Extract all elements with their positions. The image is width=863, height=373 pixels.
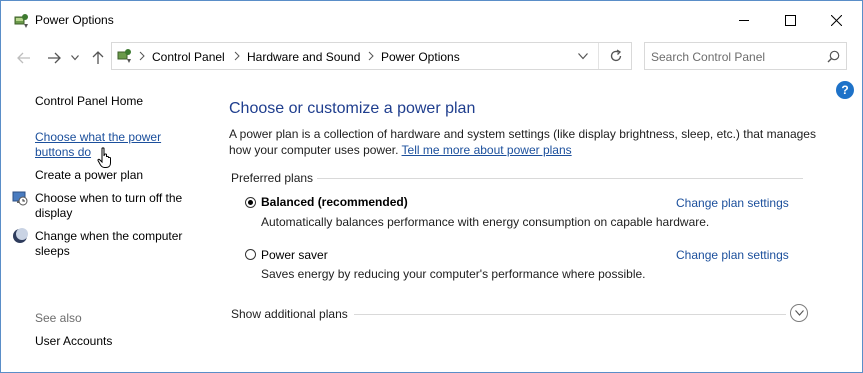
address-bar[interactable]: Control Panel Hardware and Sound Power O… (111, 42, 632, 70)
back-arrow-icon (17, 52, 30, 64)
left-navigation-pane: Control Panel Home Choose what the power… (1, 77, 206, 372)
address-divider (598, 43, 599, 69)
preferred-plans-heading: Preferred plans (231, 171, 314, 185)
forward-button[interactable] (44, 48, 64, 68)
group-divider (354, 314, 786, 315)
breadcrumb-hardware-and-sound[interactable]: Hardware and Sound (247, 50, 360, 64)
window-title: Power Options (35, 13, 114, 27)
control-panel-home-link[interactable]: Control Panel Home (35, 94, 143, 109)
power-options-window: Power Options Control Panel Hardware and… (0, 0, 863, 373)
sidebar-item-label[interactable]: sleeps (35, 244, 70, 259)
change-plan-settings-link[interactable]: Change plan settings (676, 248, 789, 262)
user-accounts-link[interactable]: User Accounts (35, 334, 112, 349)
minimize-button[interactable] (721, 1, 767, 39)
group-divider (317, 178, 803, 179)
back-button[interactable] (14, 48, 34, 68)
breadcrumb-control-panel[interactable]: Control Panel (152, 50, 225, 64)
change-plan-settings-link[interactable]: Change plan settings (676, 196, 789, 210)
search-input[interactable] (651, 49, 821, 65)
sidebar-item-create-power-plan[interactable]: Create a power plan (35, 168, 143, 183)
power-options-icon (14, 14, 28, 28)
maximize-icon (784, 14, 796, 26)
hand-cursor-icon (97, 147, 111, 168)
plan-description: Automatically balances performance with … (261, 215, 710, 229)
close-icon (830, 14, 842, 26)
page-description: A power plan is a collection of hardware… (229, 126, 819, 158)
balanced-radio[interactable] (245, 197, 256, 208)
navigation-bar: Control Panel Hardware and Sound Power O… (1, 39, 862, 77)
recent-locations-button[interactable] (68, 48, 82, 68)
see-also-heading: See also (35, 311, 82, 325)
forward-arrow-icon (48, 52, 61, 64)
moon-icon (13, 228, 28, 243)
sidebar-item-label[interactable]: Choose when to turn off the (35, 191, 182, 206)
plan-description: Saves energy by reducing your computer's… (261, 267, 646, 281)
address-dropdown-icon[interactable] (578, 53, 588, 60)
plan-name[interactable]: Power saver (261, 248, 328, 262)
breadcrumb-separator-icon (234, 51, 240, 61)
main-content: Choose or customize a power plan A power… (206, 77, 862, 372)
title-bar: Power Options (1, 1, 862, 39)
sidebar-item-label[interactable]: Choose what the power (35, 130, 161, 145)
plan-name[interactable]: Balanced (recommended) (261, 195, 408, 209)
chevron-down-icon (71, 55, 79, 61)
sidebar-item-label[interactable]: display (35, 206, 72, 221)
chevron-down-icon (794, 310, 804, 316)
power-saver-radio[interactable] (245, 249, 256, 260)
expand-plans-button[interactable] (790, 304, 808, 322)
page-title: Choose or customize a power plan (229, 100, 476, 117)
show-additional-plans-label[interactable]: Show additional plans (231, 307, 348, 321)
breadcrumb-power-options[interactable]: Power Options (381, 50, 460, 64)
sidebar-item-label[interactable]: buttons do (35, 145, 91, 160)
up-button[interactable] (88, 48, 108, 68)
control-panel-icon (117, 49, 131, 63)
search-box[interactable] (644, 42, 847, 70)
sidebar-item-label[interactable]: Change when the computer (35, 229, 182, 244)
description-text: A power plan is a collection of hardware… (229, 127, 816, 141)
search-icon[interactable] (827, 50, 840, 63)
maximize-button[interactable] (767, 1, 813, 39)
power-plans-help-link[interactable]: Tell me more about power plans (402, 143, 572, 157)
monitor-clock-icon (12, 191, 28, 206)
refresh-icon[interactable] (609, 49, 623, 63)
breadcrumb-separator-icon (368, 51, 374, 61)
up-arrow-icon (92, 51, 104, 64)
close-button[interactable] (813, 1, 859, 39)
breadcrumb-separator-icon (139, 51, 145, 61)
description-text: how your computer uses power. (229, 143, 399, 157)
minimize-icon (738, 19, 749, 21)
